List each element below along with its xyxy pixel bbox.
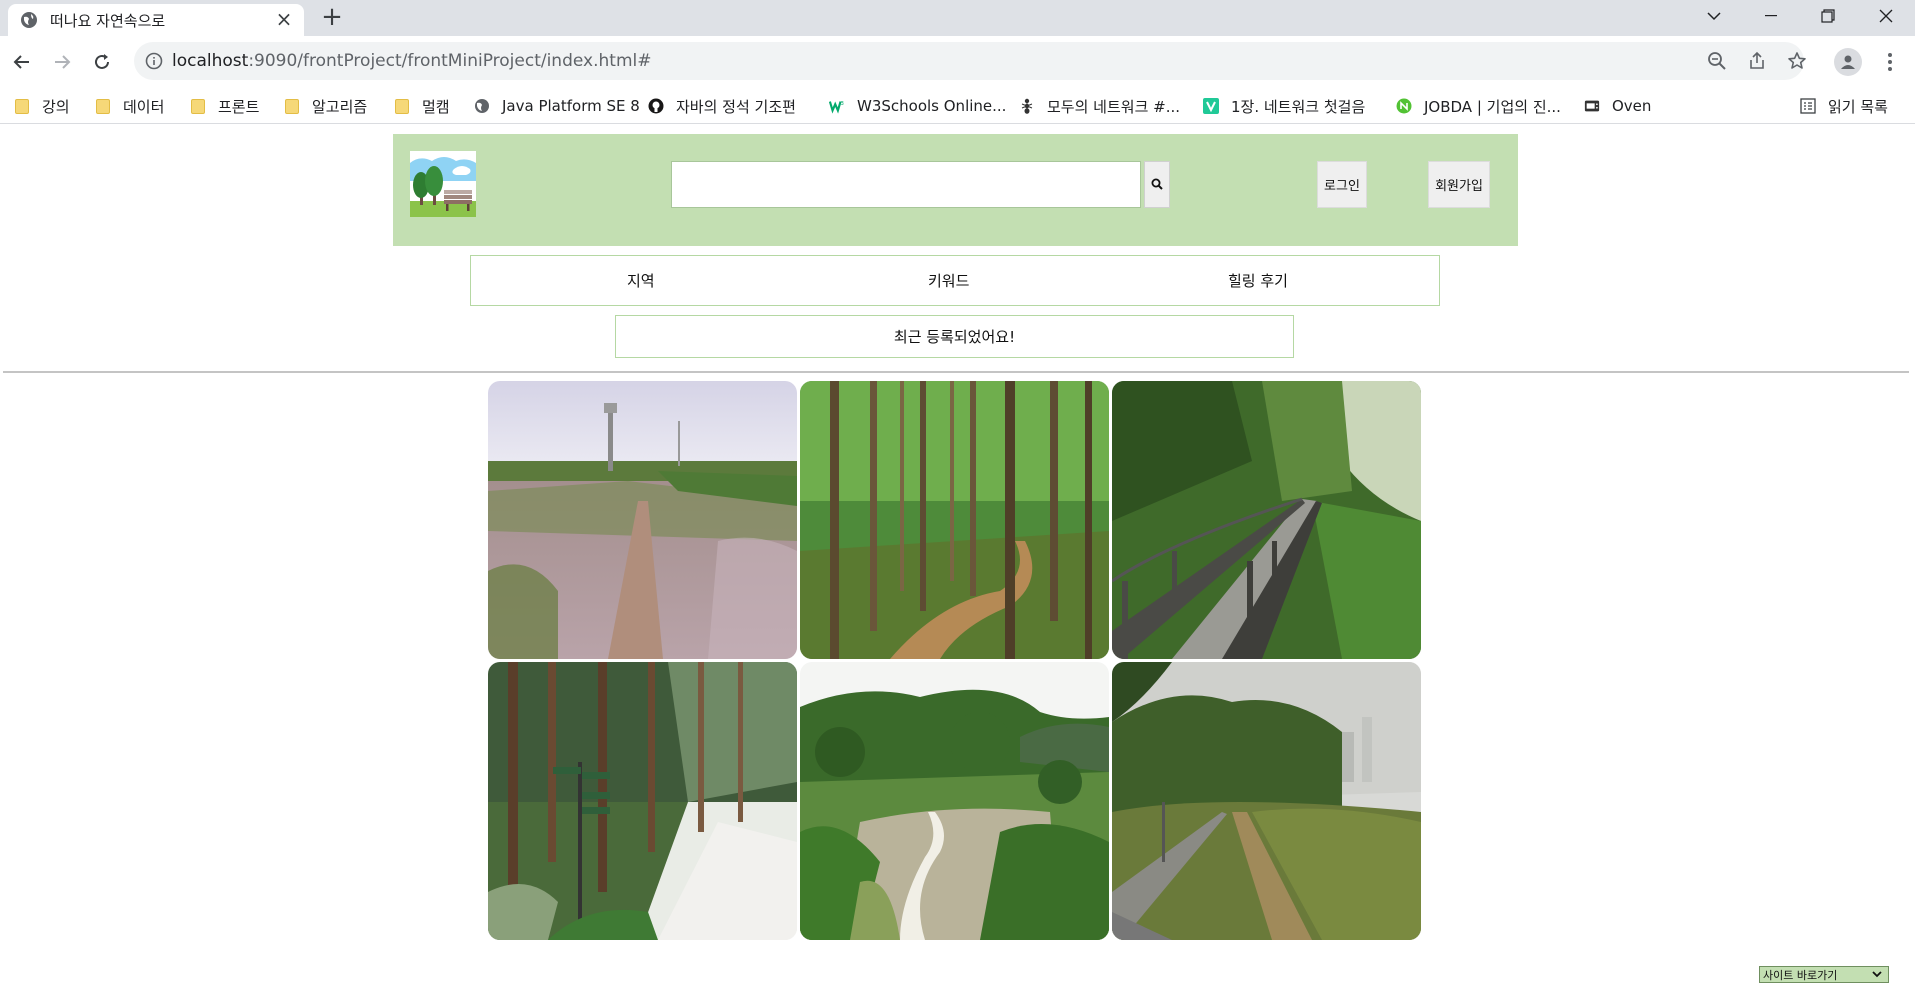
signup-button[interactable]: 회원가입 (1428, 161, 1490, 208)
bookmark-item[interactable]: 강의 (14, 95, 70, 117)
url-text[interactable]: localhost:9090/frontProject/frontMiniPro… (172, 51, 651, 71)
bookmark-item[interactable]: 알고리즘 (284, 95, 367, 117)
folder-icon (284, 98, 300, 114)
tab-close-icon[interactable]: × (274, 9, 294, 30)
bookmark-star-icon[interactable] (1786, 50, 1808, 72)
bookmark-item[interactable]: 프론트 (190, 95, 259, 117)
search-input[interactable] (671, 161, 1141, 208)
v-icon (1203, 98, 1219, 114)
site-header: 로그인 회원가입 (393, 134, 1518, 246)
bookmark-item[interactable]: JOBDA | 기업의 진... (1396, 95, 1561, 117)
profile-avatar-icon[interactable] (1834, 48, 1862, 76)
reading-list-label: 읽기 목록 (1828, 97, 1888, 116)
site-logo[interactable] (410, 151, 476, 217)
zoom-icon[interactable] (1706, 50, 1728, 72)
bookmark-item[interactable]: 모두의 네트워크 #... (1019, 95, 1180, 117)
bookmark-item[interactable]: 멀캠 (394, 95, 450, 117)
globe-icon (20, 11, 38, 29)
page-viewport: 로그인 회원가입 지역 키워드 힐링 후기 최근 등록되었어요! 사이트 바로가… (0, 125, 1915, 1005)
url-path: :9090/frontProject/frontMiniProject/inde… (248, 51, 652, 71)
back-icon[interactable] (10, 50, 34, 74)
search-icon (1151, 175, 1163, 194)
bookmark-label: 프론트 (218, 97, 260, 116)
bookmark-item[interactable]: 3 W3Schools Online... (829, 95, 1006, 117)
new-tab-icon[interactable]: + (318, 4, 346, 32)
bookmark-item[interactable]: Oven (1584, 95, 1651, 117)
w3schools-icon: 3 (829, 98, 845, 114)
reading-list-icon (1800, 97, 1818, 115)
close-window-icon[interactable] (1858, 0, 1914, 32)
gallery-photo-pine-signpost[interactable] (488, 662, 797, 940)
ant-icon (1019, 98, 1035, 114)
globe-icon (474, 98, 490, 114)
jobda-icon (1396, 98, 1412, 114)
bookmark-item[interactable]: 자바의 정석 기조편 (648, 95, 796, 117)
url-host: localhost (172, 51, 249, 71)
bookmark-label: 1장. 네트워크 첫걸음 (1231, 97, 1366, 116)
photo-gallery (488, 381, 1423, 941)
site-shortcut-select[interactable]: 사이트 바로가기 (1759, 966, 1889, 983)
bookmark-label: 멀캠 (422, 97, 450, 116)
bookmarks-bar: 강의 데이터 프론트 알고리즘 멀캠 Java Platform SE 8 자바… (0, 88, 1915, 124)
login-button[interactable]: 로그인 (1317, 161, 1367, 208)
gallery-photo-forest-trail[interactable] (800, 381, 1109, 659)
folder-icon (14, 98, 30, 114)
bookmark-item[interactable]: 1장. 네트워크 첫걸음 (1203, 95, 1365, 117)
site-info-icon[interactable] (144, 51, 164, 71)
recent-notice: 최근 등록되었어요! (615, 315, 1294, 358)
bookmark-label: 모두의 네트워크 #... (1047, 97, 1181, 116)
chevron-down-icon (1872, 969, 1882, 982)
share-icon[interactable] (1746, 50, 1768, 72)
address-bar[interactable]: localhost:9090/frontProject/frontMiniPro… (134, 42, 1806, 80)
bookmark-label: 데이터 (123, 97, 165, 116)
menu-item-healing-review[interactable]: 힐링 후기 (1228, 270, 1288, 291)
bookmark-label: W3Schools Online... (857, 97, 1007, 115)
search-button[interactable] (1144, 161, 1170, 208)
forward-icon[interactable] (50, 50, 74, 74)
github-icon (648, 98, 664, 114)
browser-toolbar: localhost:9090/frontProject/frontMiniPro… (0, 36, 1915, 88)
tab-search-icon[interactable] (1686, 0, 1742, 32)
folder-icon (394, 98, 410, 114)
folder-icon (190, 98, 206, 114)
main-menu: 지역 키워드 힐링 후기 (470, 255, 1440, 306)
bookmark-label: 자바의 정석 기조편 (676, 97, 796, 116)
section-divider (3, 371, 1909, 373)
folder-icon (95, 98, 111, 114)
reload-icon[interactable] (90, 50, 114, 74)
menu-item-region[interactable]: 지역 (627, 270, 655, 291)
svg-text:3: 3 (841, 101, 844, 107)
site-shortcut-label: 사이트 바로가기 (1763, 968, 1838, 982)
gallery-photo-park-path[interactable] (800, 662, 1109, 940)
tab-title: 떠나요 자연속으로 (50, 11, 166, 30)
oven-icon (1584, 98, 1600, 114)
gallery-photo-meadow-path[interactable] (488, 381, 797, 659)
menu-item-keyword[interactable]: 키워드 (928, 270, 969, 291)
bookmark-label: JOBDA | 기업의 진... (1424, 97, 1561, 116)
browser-menu-icon[interactable] (1880, 50, 1900, 74)
bookmark-label: 강의 (42, 97, 70, 116)
restore-icon[interactable] (1800, 0, 1856, 32)
reading-list[interactable]: 읽기 목록 (1800, 95, 1888, 117)
browser-tab[interactable]: 떠나요 자연속으로 × (8, 4, 304, 36)
gallery-photo-hill-walkway[interactable] (1112, 662, 1421, 940)
bookmark-item[interactable]: 데이터 (95, 95, 164, 117)
browser-tabstrip: 떠나요 자연속으로 × + (0, 0, 1915, 36)
bookmark-label: Java Platform SE 8 (502, 97, 640, 115)
gallery-photo-boardwalk[interactable] (1112, 381, 1421, 659)
minimize-icon[interactable] (1743, 0, 1799, 32)
bookmark-label: 알고리즘 (312, 97, 368, 116)
bookmark-label: Oven (1612, 97, 1652, 115)
bookmark-item[interactable]: Java Platform SE 8 (474, 95, 640, 117)
